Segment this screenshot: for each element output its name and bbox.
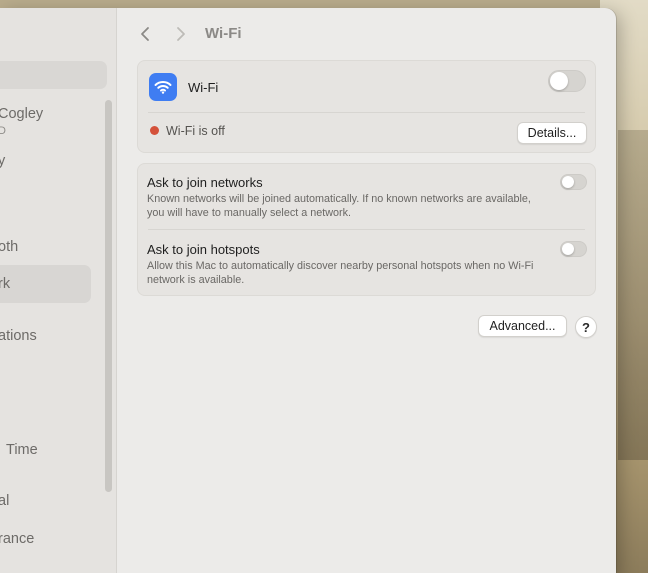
toggle-knob [562,176,574,188]
sidebar-user-name[interactable]: Cogley [0,106,43,122]
join-settings-card: Ask to join networks Known networks will… [137,163,596,296]
ask-join-networks-description: Known networks will be joined automatica… [147,193,531,219]
settings-window: Cogley D y oth rk ations Time al rance W… [0,8,616,573]
sidebar-scrollbar[interactable] [105,100,112,492]
wifi-toggle[interactable] [548,70,586,92]
wifi-status-text: Wi-Fi is off [166,124,225,138]
ask-join-hotspots-label: Ask to join hotspots [147,242,260,257]
sidebar-item-bluetooth[interactable]: oth [0,239,18,255]
ask-join-networks-toggle[interactable] [560,174,587,190]
sidebar-item-screen-time[interactable]: Time [6,442,38,458]
help-icon: ? [582,319,590,335]
wifi-label: Wi-Fi [188,80,219,95]
sidebar-item-privacy[interactable]: y [0,153,5,169]
sidebar-user-subtitle: D [0,125,6,137]
wifi-toggle-knob [550,72,568,90]
sidebar-item-notifications[interactable]: ations [0,328,37,344]
sidebar-item-general[interactable]: al [0,493,9,509]
sidebar-item-network[interactable]: rk [0,276,10,292]
ask-join-hotspots-toggle[interactable] [560,241,587,257]
page-title: Wi-Fi [205,25,242,42]
chevron-left-icon [141,27,149,41]
sidebar-item-appearance[interactable]: rance [0,531,34,547]
ask-join-networks-label: Ask to join networks [147,175,263,190]
forward-button[interactable] [171,24,191,44]
toggle-knob [562,243,574,255]
back-button[interactable] [135,24,155,44]
chevron-right-icon [177,27,185,41]
status-dot-icon [150,126,159,135]
wifi-card: Wi-Fi Wi-Fi is off Details... [137,60,596,153]
help-button[interactable]: ? [575,316,597,338]
ask-join-hotspots-description: Allow this Mac to automatically discover… [147,260,534,286]
card-divider [148,229,585,230]
card-divider [148,112,585,113]
sidebar-item-network-selected[interactable] [0,265,91,303]
details-button[interactable]: Details... [517,122,587,144]
sidebar-search-field[interactable] [0,61,107,89]
advanced-button[interactable]: Advanced... [478,315,567,337]
sidebar: Cogley D y oth rk ations Time al rance [0,8,117,573]
wifi-icon [149,73,177,101]
